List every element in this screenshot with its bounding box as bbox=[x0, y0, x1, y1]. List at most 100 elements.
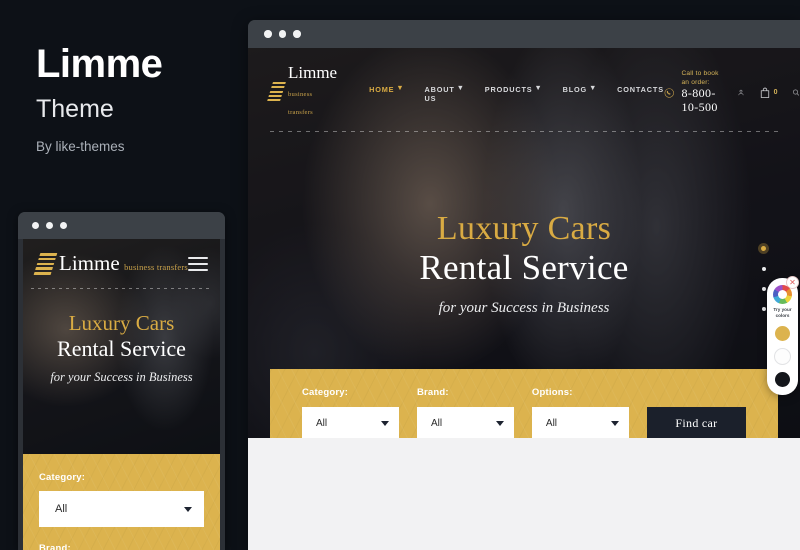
mobile-search-form: Category: All Brand: bbox=[23, 454, 220, 550]
hero-title-white: Rental Service bbox=[419, 248, 629, 288]
chevron-down-icon: ▼ bbox=[589, 82, 598, 92]
phone-text: Call to book an order: 8-800-10-500 bbox=[681, 70, 722, 114]
color-picker-title: Try your colors bbox=[773, 307, 792, 319]
nav-item-contacts[interactable]: CONTACTS bbox=[617, 85, 664, 94]
phone-call-label: Call to book an order: bbox=[681, 70, 719, 86]
nav-label: HOME bbox=[369, 84, 395, 94]
window-dot-maximize-icon[interactable] bbox=[60, 222, 67, 229]
chevron-down-icon bbox=[495, 421, 504, 426]
select-category-value: All bbox=[316, 418, 328, 429]
hero-subtitle: for your Success in Business bbox=[438, 300, 610, 317]
header-divider bbox=[270, 131, 778, 132]
header-utilities: Call to book an order: 8-800-10-500 0 bbox=[664, 70, 800, 114]
mobile-header: Limme business transfers bbox=[23, 239, 220, 275]
search-form-wrapper: Category: All Brand: All Options: All Fi… bbox=[270, 369, 778, 438]
field-group-options: Options: All bbox=[531, 387, 629, 438]
main-navigation: HOME ▼ ABOUT US ▼ PRODUCTS ▼ BLOG ▼ CONT… bbox=[369, 82, 664, 103]
desktop-preview-window: Limme business transfers HOME ▼ ABOUT US… bbox=[248, 20, 800, 550]
phone-number: 8-800-10-500 bbox=[681, 85, 718, 114]
window-dot-maximize-icon[interactable] bbox=[293, 30, 301, 38]
field-label-category: Category: bbox=[302, 387, 349, 398]
logo-name: Limme bbox=[288, 63, 338, 82]
search-icon[interactable] bbox=[792, 86, 800, 99]
mobile-viewport: Limme business transfers Luxury Cars Ren… bbox=[23, 239, 220, 550]
mobile-hero-title: Luxury Cars Rental Service for your Succ… bbox=[23, 311, 220, 385]
hero-title-white: Rental Service bbox=[57, 335, 186, 361]
carousel-dot-1[interactable] bbox=[761, 246, 766, 251]
cart-count-badge: 0 bbox=[773, 89, 778, 96]
site-logo-text: Limme business transfers bbox=[288, 64, 337, 119]
chevron-down-icon bbox=[380, 421, 389, 426]
desktop-hero: Limme business transfers HOME ▼ ABOUT US… bbox=[248, 48, 800, 438]
chevron-down-icon: ▼ bbox=[534, 82, 543, 92]
nav-label: CONTACTS bbox=[617, 84, 664, 94]
mobile-hero: Limme business transfers Luxury Cars Ren… bbox=[23, 239, 220, 454]
select-options-value: All bbox=[545, 418, 558, 429]
carousel-dot-3[interactable] bbox=[761, 287, 766, 291]
field-label-options: Options: bbox=[531, 387, 573, 398]
desktop-titlebar bbox=[248, 20, 800, 48]
mobile-select-category-value: All bbox=[55, 503, 68, 515]
select-options[interactable]: All bbox=[531, 407, 629, 438]
mobile-header-divider bbox=[31, 288, 212, 289]
nav-item-home[interactable]: HOME ▼ bbox=[369, 82, 405, 94]
nav-label: ABOUT US bbox=[424, 84, 455, 103]
logo-stripes-icon bbox=[267, 81, 286, 102]
mobile-preview-window: Limme business transfers Luxury Cars Ren… bbox=[18, 212, 225, 550]
cart-button[interactable]: 0 bbox=[759, 87, 778, 99]
select-brand-value: All bbox=[430, 418, 443, 429]
logo-name: Limme bbox=[59, 251, 120, 275]
desktop-viewport: Limme business transfers HOME ▼ ABOUT US… bbox=[248, 48, 800, 550]
shopping-bag-icon bbox=[760, 87, 769, 98]
chevron-down-icon bbox=[610, 421, 619, 426]
car-search-form: Category: All Brand: All Options: All Fi… bbox=[270, 369, 778, 438]
header-phone[interactable]: Call to book an order: 8-800-10-500 bbox=[664, 70, 723, 114]
carousel-dot-4[interactable] bbox=[761, 307, 766, 311]
phone-circle-icon bbox=[664, 87, 674, 98]
find-car-button[interactable]: Find car bbox=[646, 407, 747, 438]
chevron-down-icon bbox=[184, 506, 192, 512]
window-dot-close-icon[interactable] bbox=[264, 30, 272, 38]
nav-label: BLOG bbox=[562, 84, 588, 94]
page-root: Limme Theme By like-themes Limme busines… bbox=[0, 0, 800, 550]
field-group-category: Category: All bbox=[302, 387, 399, 438]
logo-stripes-icon bbox=[33, 253, 58, 275]
user-account-icon[interactable] bbox=[737, 86, 745, 99]
mobile-select-category[interactable]: All bbox=[39, 491, 204, 527]
nav-item-products[interactable]: PRODUCTS ▼ bbox=[484, 82, 543, 94]
mobile-field-label-category: Category: bbox=[39, 472, 86, 483]
hamburger-menu-icon[interactable] bbox=[188, 256, 208, 272]
carousel-dot-2[interactable] bbox=[761, 267, 766, 271]
nav-item-blog[interactable]: BLOG ▼ bbox=[562, 82, 598, 94]
field-group-brand: Brand: All bbox=[416, 387, 514, 438]
color-swatch-white[interactable] bbox=[774, 348, 791, 366]
color-picker-widget: ✕ Try your colors bbox=[767, 276, 799, 396]
mobile-field-label-brand: Brand: bbox=[39, 543, 71, 550]
intro-block: Limme Theme By like-themes bbox=[36, 44, 236, 154]
hero-subtitle: for your Success in Business bbox=[50, 369, 193, 384]
nav-item-about-us[interactable]: ABOUT US ▼ bbox=[424, 83, 464, 103]
chevron-down-icon: ▼ bbox=[396, 82, 405, 92]
color-swatch-black[interactable] bbox=[775, 372, 790, 388]
site-header: Limme business transfers HOME ▼ ABOUT US… bbox=[248, 48, 800, 119]
window-dot-minimize-icon[interactable] bbox=[278, 30, 286, 38]
field-label-brand: Brand: bbox=[416, 387, 449, 398]
window-dot-close-icon[interactable] bbox=[32, 222, 39, 229]
logo-tagline: business transfers bbox=[288, 91, 313, 116]
mobile-logo[interactable]: Limme business transfers bbox=[33, 253, 188, 275]
select-category[interactable]: All bbox=[302, 407, 399, 438]
logo-tagline: business transfers bbox=[124, 262, 188, 272]
color-swatch-gold[interactable] bbox=[775, 326, 790, 342]
page-title: Limme bbox=[36, 42, 163, 86]
window-dot-minimize-icon[interactable] bbox=[46, 222, 53, 229]
site-logo[interactable]: Limme business transfers bbox=[267, 64, 337, 119]
carousel-pagination bbox=[761, 246, 766, 311]
intro-subtitle: Theme bbox=[36, 95, 114, 123]
mobile-titlebar bbox=[18, 212, 225, 239]
mobile-logo-text: Limme business transfers bbox=[59, 253, 188, 275]
nav-label: PRODUCTS bbox=[484, 84, 533, 94]
hero-title-block: Luxury Cars Rental Service for your Succ… bbox=[248, 210, 800, 317]
select-brand[interactable]: All bbox=[416, 407, 514, 438]
hero-title-gold: Luxury Cars bbox=[436, 210, 612, 247]
color-wheel-icon[interactable] bbox=[773, 285, 792, 304]
